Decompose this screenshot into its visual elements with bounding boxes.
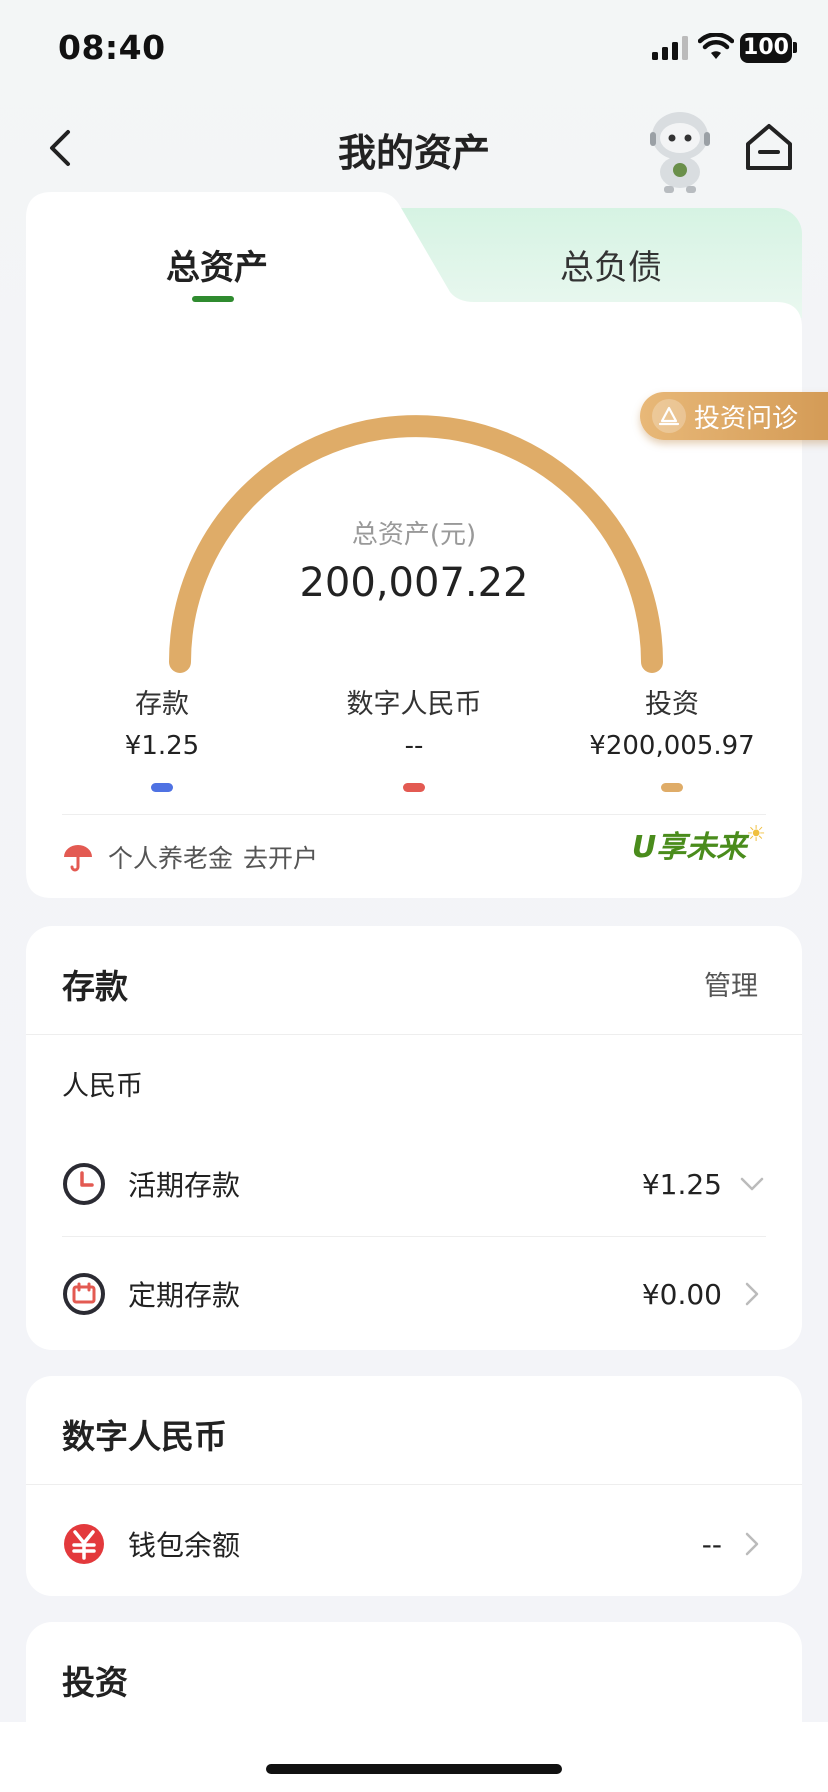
- robot-assistant-icon[interactable]: [640, 106, 720, 194]
- item-value: ¥0.00: [641, 1277, 722, 1311]
- list-item-fixed-deposit[interactable]: 定期存款 ¥0.00: [62, 1254, 766, 1334]
- item-label: 钱包余额: [128, 1529, 241, 1562]
- digital-rmb-title: 数字人民币: [62, 1417, 227, 1456]
- umbrella-icon: [64, 845, 92, 872]
- manage-button[interactable]: 管理: [704, 964, 758, 1003]
- home-icon: [746, 124, 792, 170]
- metric-label: 数字人民币: [346, 689, 482, 720]
- item-label: 定期存款: [128, 1279, 241, 1312]
- battery-indicator: 100: [740, 33, 792, 63]
- digital-rmb-card: 数字人民币 钱包余额 --: [26, 1376, 802, 1596]
- metric-digital-rmb[interactable]: 数字人民币 --: [304, 682, 524, 792]
- pension-open-account-link[interactable]: 去开户: [243, 839, 318, 875]
- battery-tip: [793, 42, 797, 53]
- item-label: 活期存款: [128, 1169, 241, 1202]
- invest-diagnosis-button[interactable]: 投资问诊: [640, 392, 828, 440]
- item-value: ¥1.25: [641, 1167, 722, 1201]
- home-button[interactable]: [740, 118, 798, 176]
- deposits-title: 存款: [62, 967, 128, 1006]
- divider: [26, 1484, 802, 1485]
- metric-label: 投资: [645, 689, 699, 720]
- legend-marker: [403, 783, 425, 792]
- list-item-wallet-balance[interactable]: 钱包余额 --: [62, 1504, 766, 1584]
- bottom-safe-area: [0, 1722, 828, 1792]
- bell-icon: [652, 399, 686, 433]
- signal-icon: [652, 36, 688, 60]
- legend-marker: [661, 783, 683, 792]
- summary-body: 总资产 总负债 总资产(元) 200,007.22 存款 ¥1.25 数字人民币…: [26, 192, 802, 898]
- metric-investment[interactable]: 投资 ¥200,005.97: [562, 682, 782, 792]
- pension-banner[interactable]: 个人养老金 去开户 U享未来☀: [62, 822, 766, 882]
- asset-summary-card: 总资产 总负债 总资产(元) 200,007.22 存款 ¥1.25 数字人民币…: [26, 192, 828, 898]
- navigation-bar: 我的资产: [0, 100, 828, 200]
- digital-rmb-icon: [64, 1524, 104, 1564]
- divider: [62, 1236, 766, 1237]
- divider: [26, 1034, 802, 1035]
- investment-title: 投资: [62, 1663, 128, 1702]
- tab-active-indicator: [192, 296, 234, 302]
- tab-total-assets[interactable]: 总资产: [166, 240, 268, 289]
- status-time: 08:40: [58, 28, 166, 67]
- metric-label: 存款: [135, 689, 189, 720]
- metric-value: ¥200,005.97: [589, 731, 755, 761]
- calendar-icon: [63, 1273, 105, 1315]
- invest-diagnosis-label: 投资问诊: [694, 403, 799, 434]
- currency-label: 人民币: [62, 1071, 143, 1102]
- wifi-icon: [698, 33, 734, 59]
- pension-text: 个人养老金: [108, 844, 234, 873]
- tab-total-liabilities[interactable]: 总负债: [560, 240, 662, 289]
- clock-icon: [63, 1163, 105, 1205]
- gauge-label: 总资产(元): [351, 520, 477, 550]
- u-future-logo: U享未来☀: [632, 822, 766, 866]
- chevron-right-icon: [745, 1282, 759, 1306]
- metric-deposits[interactable]: 存款 ¥1.25: [52, 682, 272, 792]
- deposits-card: 存款 管理 人民币 活期存款 ¥1.25 定期存款 ¥0.00: [26, 926, 802, 1350]
- sun-icon: ☀: [746, 822, 766, 847]
- list-item-demand-deposit[interactable]: 活期存款 ¥1.25: [62, 1144, 766, 1224]
- chevron-down-icon: [740, 1177, 764, 1191]
- metric-value: ¥1.25: [124, 731, 200, 761]
- total-assets-value: 200,007.22: [299, 560, 529, 606]
- metric-value: --: [404, 731, 424, 761]
- u-future-logo-text: U享未来: [631, 830, 747, 865]
- divider: [62, 814, 766, 815]
- home-indicator[interactable]: [266, 1764, 562, 1774]
- legend-marker: [151, 783, 173, 792]
- status-bar: 08:40 100: [0, 0, 828, 100]
- item-value: --: [701, 1527, 722, 1561]
- chevron-right-icon: [745, 1532, 759, 1556]
